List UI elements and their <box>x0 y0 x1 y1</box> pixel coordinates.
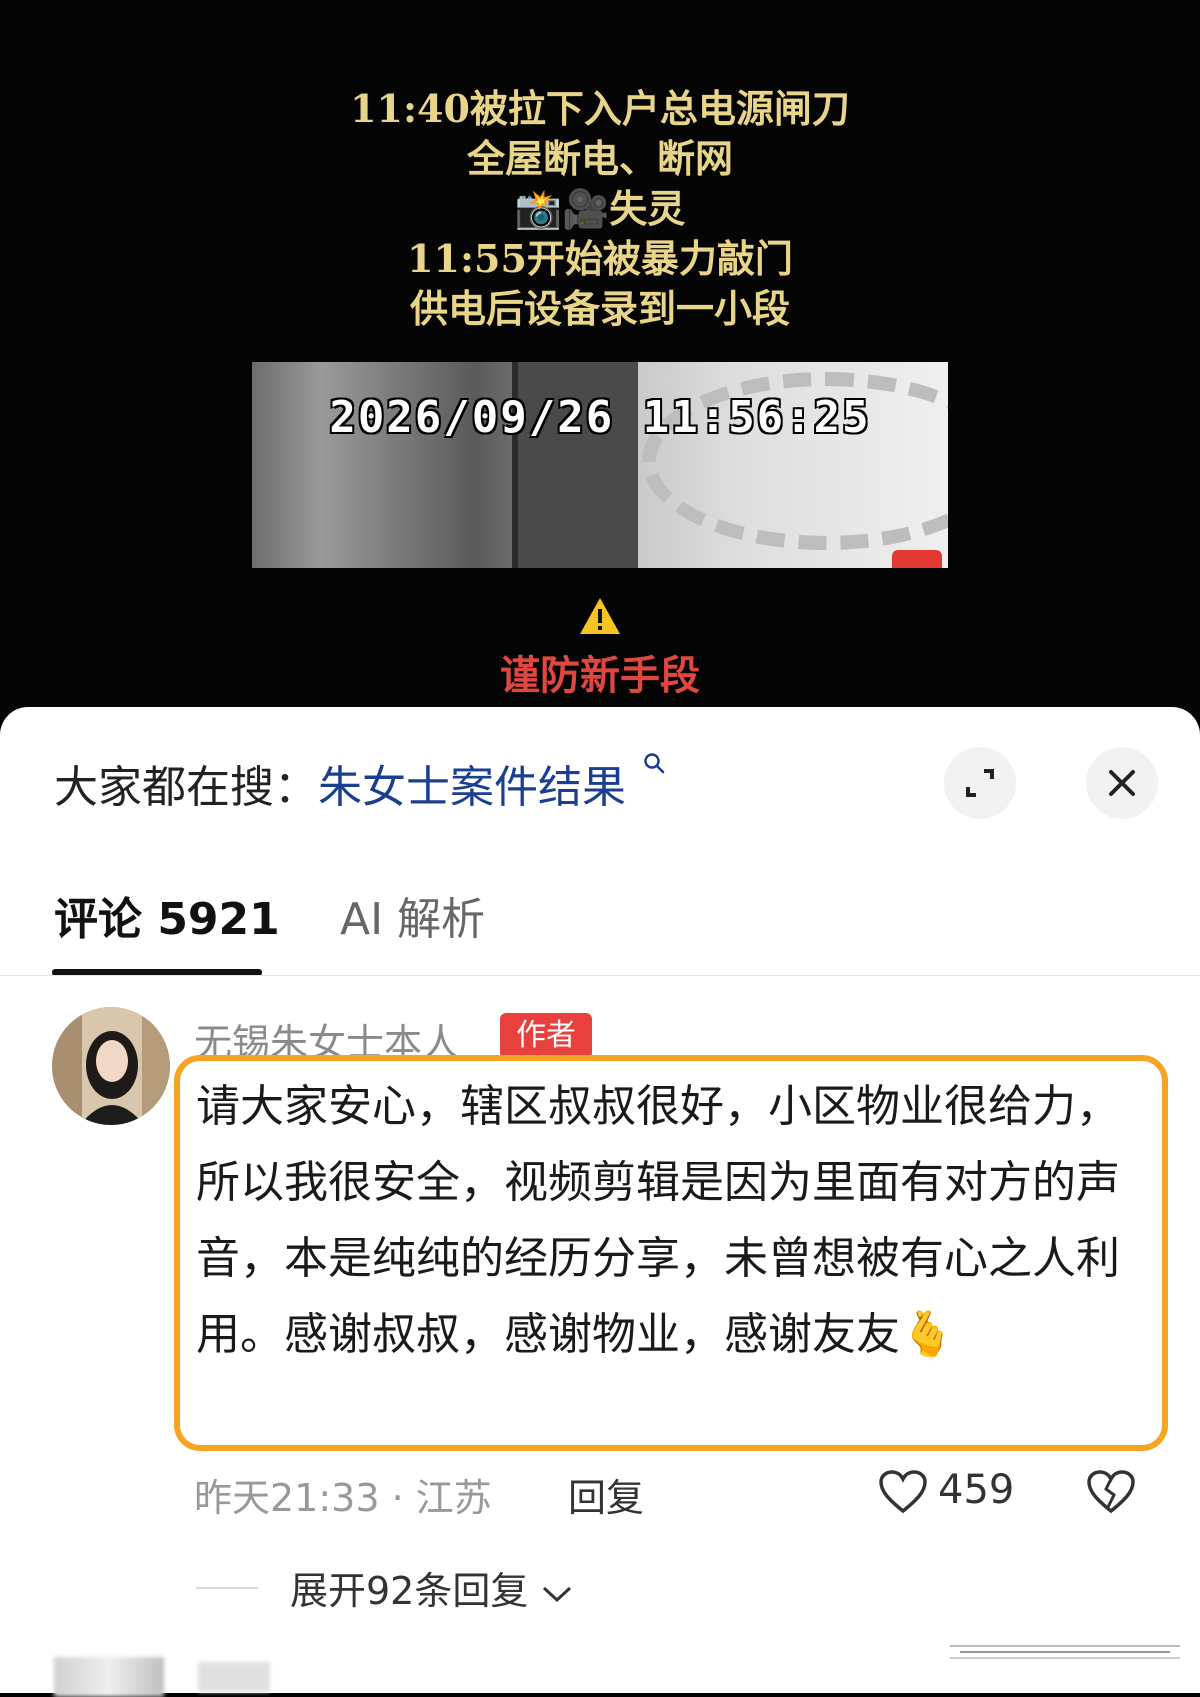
trending-label: 大家都在搜： <box>54 762 318 813</box>
comment-sheet: 大家都在搜：朱女士案件结果 评论 5921 AI 解析 无锡朱女士本人 作者 请… <box>0 707 1200 1697</box>
expand-replies-button[interactable]: 展开92条回复 <box>290 1560 574 1615</box>
next-comment-author-blurred <box>198 1662 270 1692</box>
like-heart-icon[interactable] <box>878 1469 928 1515</box>
trending-term[interactable]: 朱女士案件结果 <box>318 762 626 813</box>
comment-body: 请大家安心，辖区叔叔很好，小区物业很给力，所以我很安全，视频剪辑是因为里面有对方… <box>174 1055 1168 1451</box>
comment-time-location: 昨天21:33 · 江苏 <box>194 1476 492 1520</box>
avatar[interactable] <box>52 1007 170 1125</box>
close-button[interactable] <box>1086 747 1158 819</box>
overlay-line-4: 11:55开始被暴力敲门 <box>407 236 793 281</box>
expand-button[interactable] <box>944 747 1016 819</box>
overlay-line-2: 全屋断电、断网 <box>466 136 733 181</box>
watermark-lines <box>950 1645 1180 1659</box>
overlay-line-3: 📸🎥失灵 <box>514 186 686 231</box>
expand-replies-label: 展开92条回复 <box>290 1569 529 1613</box>
next-comment-avatar-blurred <box>54 1657 164 1697</box>
expand-icon <box>966 769 994 797</box>
overlay-line-1: 11:40被拉下入户总电源闸刀 <box>350 86 850 131</box>
finger-heart-emoji: 🫰 <box>900 1309 955 1360</box>
close-icon <box>1109 770 1135 796</box>
expand-divider-line <box>196 1587 258 1589</box>
dislike-broken-heart-icon[interactable] <box>1086 1469 1136 1515</box>
search-icon <box>644 753 665 774</box>
author-badge: 作者 <box>500 1013 592 1059</box>
cctv-frame: 2026/09/26 11:56:25 <box>252 362 948 568</box>
divider <box>0 975 1200 976</box>
tab-comments[interactable]: 评论 5921 <box>54 883 280 947</box>
overlay-line-5: 供电后设备录到一小段 <box>409 286 790 331</box>
cctv-timestamp: 2026/09/26 11:56:25 <box>329 392 871 443</box>
avatar-image <box>52 1007 170 1125</box>
warning-text: 谨防新手段 <box>500 652 700 699</box>
warning-icon <box>580 598 620 634</box>
chevron-down-icon <box>543 1586 572 1602</box>
comment-text: 请大家安心，辖区叔叔很好，小区物业很给力，所以我很安全，视频剪辑是因为里面有对方… <box>196 1081 1120 1360</box>
video-player[interactable]: 11:40被拉下入户总电源闸刀 全屋断电、断网 📸🎥失灵 11:55开始被暴力敲… <box>0 0 1200 752</box>
tab-ai-analysis[interactable]: AI 解析 <box>340 883 485 947</box>
like-count: 459 <box>938 1467 1015 1513</box>
red-object <box>892 550 942 568</box>
trending-search[interactable]: 大家都在搜：朱女士案件结果 <box>54 751 666 815</box>
reply-button[interactable]: 回复 <box>568 1467 644 1522</box>
